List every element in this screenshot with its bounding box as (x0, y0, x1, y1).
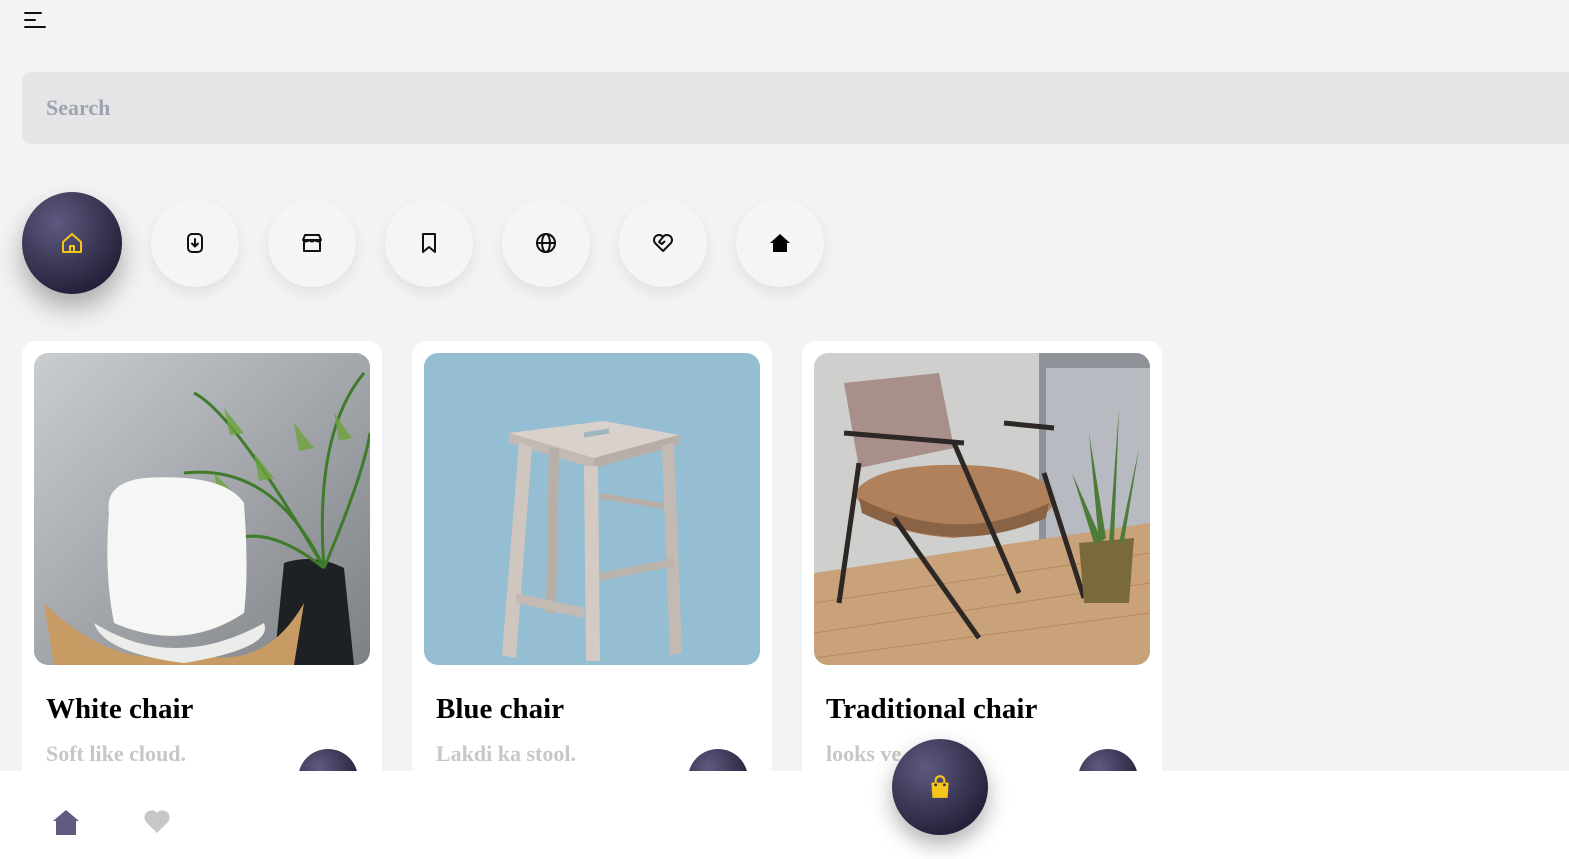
category-bar (22, 192, 853, 294)
product-title: White chair (46, 693, 194, 725)
product-grid: White chair Soft like cloud. Blue chair … (22, 341, 1192, 781)
category-store[interactable] (268, 199, 356, 287)
category-heart-handshake[interactable] (619, 199, 707, 287)
product-image-blue-chair (424, 353, 760, 665)
product-title: Traditional chair (826, 693, 1038, 725)
bottom-navigation (0, 771, 1569, 859)
cart-button[interactable] (892, 739, 988, 835)
home-icon[interactable] (52, 808, 80, 836)
bookmark-icon (422, 233, 436, 253)
category-home[interactable] (22, 192, 122, 294)
heart-icon[interactable] (143, 808, 171, 834)
globe-icon (536, 233, 556, 253)
product-subtitle: Lakdi ka stool. (436, 741, 576, 766)
category-bookmark[interactable] (385, 199, 473, 287)
category-download[interactable] (151, 199, 239, 287)
home-outline-icon (62, 233, 82, 253)
search-input[interactable] (22, 72, 1569, 144)
product-subtitle: looks ve (826, 741, 902, 766)
product-card[interactable]: Blue chair Lakdi ka stool. (412, 341, 772, 781)
hamburger-menu-icon[interactable] (24, 12, 48, 32)
store-icon (302, 234, 322, 252)
product-title: Blue chair (436, 693, 565, 725)
search-bar (22, 72, 1569, 144)
product-image-traditional-chair (814, 353, 1150, 665)
product-subtitle: Soft like cloud. (46, 741, 186, 766)
category-globe[interactable] (502, 199, 590, 287)
product-image-white-chair (34, 353, 370, 665)
product-card[interactable]: White chair Soft like cloud. (22, 341, 382, 781)
product-card[interactable]: Traditional chair looks ve (802, 341, 1162, 781)
shopping-bag-icon (931, 775, 949, 798)
download-icon (187, 233, 203, 253)
heart-handshake-icon (653, 234, 673, 252)
home-solid-icon (770, 234, 790, 252)
category-home-solid[interactable] (736, 199, 824, 287)
